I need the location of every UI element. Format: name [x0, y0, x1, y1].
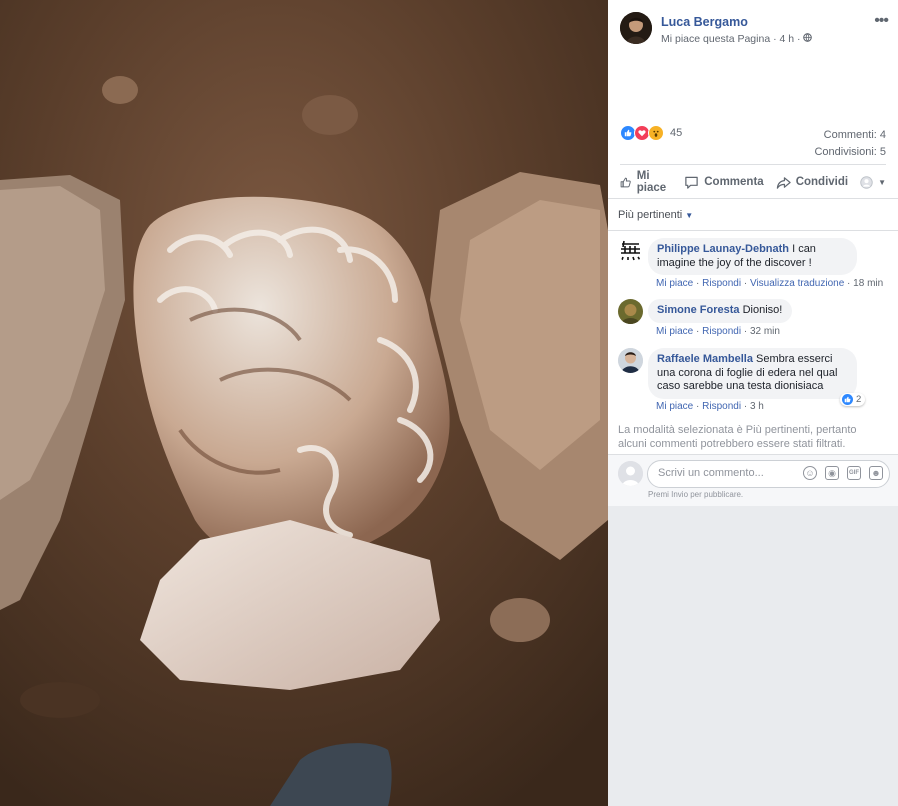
- gif-icon[interactable]: GIF: [847, 466, 861, 480]
- author-avatar[interactable]: [620, 12, 652, 44]
- post-header: Luca Bergamo Mi piace questa Pagina · 4 …: [620, 12, 889, 48]
- author-name[interactable]: Luca Bergamo: [661, 15, 748, 29]
- comment-reply-link[interactable]: Rispondi: [702, 326, 741, 337]
- post-time[interactable]: 4 h: [780, 33, 795, 45]
- comment-item: Simone Foresta Dioniso! Mi piace · Rispo…: [618, 299, 888, 339]
- like-button-label: Mi piace: [636, 170, 667, 194]
- comment-item: Raffaele Mambella Sembra esserci una cor…: [618, 348, 888, 418]
- comment-filter-label: Più pertinenti: [618, 209, 683, 221]
- comment-author[interactable]: Raffaele Mambella: [657, 353, 753, 365]
- comment-button-label: Commenta: [704, 176, 764, 188]
- composer-hint: Premi Invio per pubblicare.: [648, 490, 744, 499]
- divider: [620, 164, 886, 165]
- comment-reply-link[interactable]: Rispondi: [702, 278, 741, 289]
- camera-icon[interactable]: ◉: [825, 466, 839, 480]
- sticker-icon[interactable]: ☻: [869, 466, 883, 480]
- chevron-down-icon: ▼: [878, 177, 886, 187]
- comment-item: Philippe Launay-Debnath I can imagine th…: [618, 238, 888, 289]
- profile-avatar-small-icon: [860, 175, 873, 189]
- commenter-avatar[interactable]: [618, 299, 643, 324]
- comments-count[interactable]: Commenti: 4: [814, 127, 886, 144]
- commenter-avatar[interactable]: [618, 238, 643, 263]
- comment-text: Dioniso!: [742, 304, 783, 316]
- globe-icon: [803, 33, 813, 45]
- comment-like-link[interactable]: Mi piace: [656, 326, 693, 337]
- post-actions: Mi piace Commenta Condividi ▼: [620, 168, 886, 196]
- comment-author[interactable]: Philippe Launay-Debnath: [657, 243, 789, 255]
- divider: [608, 230, 898, 231]
- comment-time[interactable]: 18 min: [853, 278, 883, 289]
- share-button-label: Condividi: [795, 176, 849, 188]
- comment-author[interactable]: Simone Foresta: [657, 304, 740, 316]
- post-side-panel: Luca Bergamo Mi piace questa Pagina · 4 …: [608, 0, 898, 806]
- comment-bubble: Simone Foresta Dioniso!: [648, 299, 793, 323]
- comment-actions: Mi piace · Rispondi · 32 min: [656, 326, 780, 337]
- filter-notice: La modalità selezionata è Più pertinenti…: [618, 424, 857, 450]
- share-arrow-icon: [776, 176, 791, 189]
- comment-composer: Scrivi un commento... ☺ ◉ GIF ☻ Premi In…: [608, 454, 898, 506]
- caret-down-icon: ▼: [685, 211, 694, 220]
- author-avatar-image: [620, 12, 652, 44]
- comment-like-badge[interactable]: 2: [840, 393, 866, 406]
- comment-actions: Mi piace · Rispondi · 3 h: [656, 401, 764, 412]
- page-like-status[interactable]: Mi piace questa Pagina: [661, 33, 770, 45]
- commenter-avatar[interactable]: [618, 348, 643, 373]
- translate-link[interactable]: Visualizza traduzione: [750, 278, 844, 289]
- marble-head-photo: [0, 0, 608, 806]
- comment-bubble: Philippe Launay-Debnath I can imagine th…: [648, 238, 857, 275]
- commenter-avatar-image: [618, 348, 643, 373]
- divider: [608, 198, 898, 199]
- comment-time[interactable]: 32 min: [750, 326, 780, 337]
- viewer-avatar: [618, 461, 643, 486]
- post-photo[interactable]: [0, 0, 608, 806]
- more-options-icon[interactable]: •••: [874, 12, 889, 30]
- shares-count[interactable]: Condivisioni: 5: [814, 144, 886, 161]
- kanji-avatar-image: [618, 238, 643, 263]
- reactions-summary[interactable]: 45: [620, 125, 682, 141]
- default-avatar-icon: [618, 461, 643, 486]
- comment-like-link[interactable]: Mi piace: [656, 401, 693, 412]
- panel-background: [608, 505, 898, 806]
- wow-icon: [648, 125, 664, 141]
- emoji-icon[interactable]: ☺: [803, 466, 817, 480]
- comment-actions: Mi piace · Rispondi · Visualizza traduzi…: [656, 278, 884, 289]
- post-viewer: Luca Bergamo Mi piace questa Pagina · 4 …: [0, 0, 898, 806]
- comment-like-link[interactable]: Mi piace: [656, 278, 693, 289]
- comment-reply-link[interactable]: Rispondi: [702, 401, 741, 412]
- audience-selector[interactable]: ▼: [860, 175, 886, 189]
- comment-input[interactable]: Scrivi un commento... ☺ ◉ GIF ☻: [647, 460, 890, 488]
- engagement-counts: Commenti: 4 Condivisioni: 5: [814, 127, 886, 161]
- like-icon: [842, 394, 853, 405]
- reaction-count: 45: [670, 127, 683, 139]
- speech-bubble-icon: [685, 176, 698, 189]
- comment-button[interactable]: Commenta: [684, 175, 764, 190]
- comment-like-count: 2: [856, 394, 862, 405]
- thumbs-up-icon: [620, 177, 631, 187]
- composer-tools: ☺ ◉ GIF ☻: [795, 466, 883, 480]
- comment-time[interactable]: 3 h: [750, 401, 764, 412]
- like-button[interactable]: Mi piace: [620, 170, 672, 194]
- post-meta: Mi piace questa Pagina · 4 h ·: [661, 33, 813, 45]
- commenter-avatar-image: [618, 299, 643, 324]
- comment-input-placeholder: Scrivi un commento...: [658, 467, 764, 479]
- comment-bubble: Raffaele Mambella Sembra esserci una cor…: [648, 348, 857, 399]
- share-button[interactable]: Condividi: [776, 175, 848, 190]
- comment-filter-dropdown[interactable]: Più pertinenti ▼: [618, 209, 693, 221]
